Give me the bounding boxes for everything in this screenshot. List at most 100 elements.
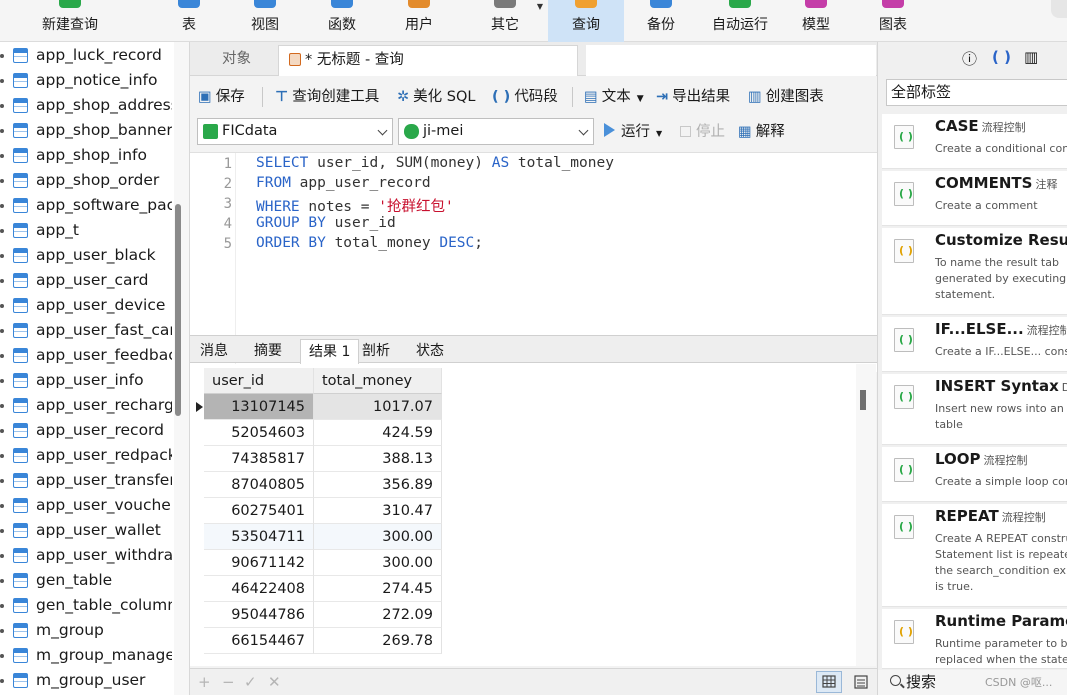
sidebar-scroll-thumb[interactable] [175,204,181,416]
snippet-item[interactable]: ( ) LOOP 流程控制 Create a simple loop cons [882,447,1067,502]
beautify-sql-button[interactable]: ✲ 美化 SQL [397,86,475,108]
discard-button[interactable]: ✕ [268,672,281,692]
result-tab[interactable]: 消息 [192,339,236,364]
snippet-item[interactable]: ( ) Runtime Paramet Runtime parameter to b… [882,609,1067,669]
snippet-item[interactable]: ( ) CASE 流程控制 Create a conditional cons [882,114,1067,169]
sidebar-table-item[interactable]: app_t [0,218,172,243]
sidebar-table-item[interactable]: app_shop_info [0,143,172,168]
sidebar-table-item[interactable]: app_software_pac [0,193,172,218]
sidebar-table-item[interactable]: m_group_manage [0,643,172,668]
grid-cell[interactable]: 46422408 [204,576,314,602]
sidebar-table-item[interactable]: app_user_recharge [0,393,172,418]
ribbon-user-button[interactable]: 用户 [391,0,447,42]
sidebar-table-item[interactable]: app_user_record [0,418,172,443]
snippet-item[interactable]: ( ) INSERT SyntaxDM Insert new rows into a… [882,374,1067,445]
grid-cell[interactable]: 300.00 [314,524,442,550]
apply-button[interactable]: ✓ [244,672,257,692]
grid-cell[interactable]: 310.47 [314,498,442,524]
sidebar-table-item[interactable]: app_user_info [0,368,172,393]
grid-cell[interactable]: 388.13 [314,446,442,472]
sidebar-table-item[interactable]: app_shop_banner [0,118,172,143]
explain-button[interactable]: ▦ 解释 [738,122,785,142]
sidebar-table-item[interactable]: app_user_card [0,268,172,293]
sidebar-table-item[interactable]: app_user_wallet [0,518,172,543]
sidebar-table-item[interactable]: app_shop_address [0,93,172,118]
grid-view-button[interactable] [816,671,842,693]
grid-cell[interactable]: 52054603 [204,420,314,446]
result-tab[interactable]: 状态 [408,339,452,364]
grid-cell[interactable]: 66154467 [204,628,314,654]
ribbon-auto-run-button[interactable]: 自动运行 [700,0,780,42]
sidebar-table-item[interactable]: gen_table_column [0,593,172,618]
sidebar-table-item[interactable]: m_group [0,618,172,643]
ribbon-table-button[interactable]: 表 [170,0,208,42]
connection-select[interactable]: FICdata [197,118,393,145]
text-mode-button[interactable]: ▤ 文本 ▼ [584,86,644,108]
sidebar-table-item[interactable]: app_user_device [0,293,172,318]
save-button[interactable]: ▣ 保存 [198,86,245,108]
info-icon[interactable]: ⓘ [962,48,977,69]
grid-cell[interactable]: 13107145 [204,394,314,420]
grid-cell[interactable]: 269.78 [314,628,442,654]
delete-record-button[interactable]: − [222,672,235,692]
sidebar-table-item[interactable]: app_user_withdraw [0,543,172,568]
grid-cell[interactable]: 53504711 [204,524,314,550]
grid-cell[interactable]: 300.00 [314,550,442,576]
tag-filter-select[interactable]: 全部标签 [886,79,1067,106]
add-record-button[interactable]: + [198,672,211,692]
tab-objects[interactable]: 对象 [212,45,261,76]
column-header-user-id[interactable]: user_id [204,368,314,394]
sidebar-table-item[interactable]: app_user_feedbac [0,343,172,368]
column-header-total-money[interactable]: total_money [314,368,442,394]
snippet-item[interactable]: ( ) REPEAT流程控制 Create A REPEAT construc St… [882,504,1067,607]
tab-query[interactable]: * 无标题 - 查询 [278,45,578,76]
database-select[interactable]: ji-mei [398,118,594,145]
sidebar-table-item[interactable]: app_luck_record [0,43,172,68]
ribbon-function-button[interactable]: 函数 [313,0,371,42]
stop-button[interactable]: 停止 [680,122,725,142]
export-result-button[interactable]: ⇥ 导出结果 [656,86,730,108]
braces-icon[interactable]: ( ) [992,48,1011,66]
run-button[interactable]: 运行 ▼ [604,122,662,144]
sidebar-table-item[interactable]: gen_table [0,568,172,593]
sidebar-table-item[interactable]: app_user_black [0,243,172,268]
ribbon-other-button[interactable]: 其它 ▼ [477,0,543,42]
result-tab[interactable]: 结果 1 [300,339,360,364]
sidebar-table-item[interactable]: app_user_transfer [0,468,172,493]
form-view-button[interactable] [850,671,872,693]
grid-scroll-thumb[interactable] [860,390,866,410]
ribbon-model-button[interactable]: 模型 [790,0,842,42]
ribbon-chart-button[interactable]: 图表 [866,0,920,42]
ribbon-query-button[interactable]: 查询 [548,0,624,42]
ribbon-scroll-button[interactable] [1051,0,1067,18]
sidebar-table-item[interactable]: app_user_voucher [0,493,172,518]
grid-cell[interactable]: 60275401 [204,498,314,524]
sidebar-table-item[interactable]: app_user_redpack [0,443,172,468]
result-grid[interactable]: user_id total_money 13107145 1017.07 5205460… [190,364,856,666]
grid-cell[interactable]: 424.59 [314,420,442,446]
ribbon-view-button[interactable]: 视图 [238,0,292,42]
sidebar-table-item[interactable]: m_group_user [0,668,172,693]
grid-cell[interactable]: 274.45 [314,576,442,602]
sidebar-table-item[interactable]: app_user_fast_card [0,318,172,343]
grid-cell[interactable]: 272.09 [314,602,442,628]
result-tab[interactable]: 摘要 [246,339,290,364]
ribbon-new-query-button[interactable]: 新建查询 [34,0,106,42]
result-tab[interactable]: 剖析 [354,339,398,364]
grid-cell[interactable]: 95044786 [204,602,314,628]
grid-scrollbar[interactable] [856,364,876,666]
grid-cell[interactable]: 356.89 [314,472,442,498]
ribbon-backup-button[interactable]: 备份 [633,0,689,42]
snippet-item[interactable]: ( ) Customize Result To name the result ta… [882,228,1067,315]
sidebar-table-item[interactable]: app_shop_order [0,168,172,193]
create-chart-button[interactable]: ▥ 创建图表 [748,86,824,108]
grid-cell[interactable]: 74385817 [204,446,314,472]
grid-cell[interactable]: 87040805 [204,472,314,498]
query-builder-button[interactable]: ⊤ 查询创建工具 [275,86,379,108]
snippet-item[interactable]: ( ) IF...ELSE... 流程控制 Create a IF...ELSE...… [882,317,1067,372]
grid-cell[interactable]: 1017.07 [314,394,442,420]
grid-cell[interactable]: 90671142 [204,550,314,576]
code-snippet-button[interactable]: ( ) 代码段 [492,86,558,108]
sidebar-table-item[interactable]: app_notice_info [0,68,172,93]
snippet-item[interactable]: ( ) COMMENTS 注释 Create a comment [882,171,1067,226]
